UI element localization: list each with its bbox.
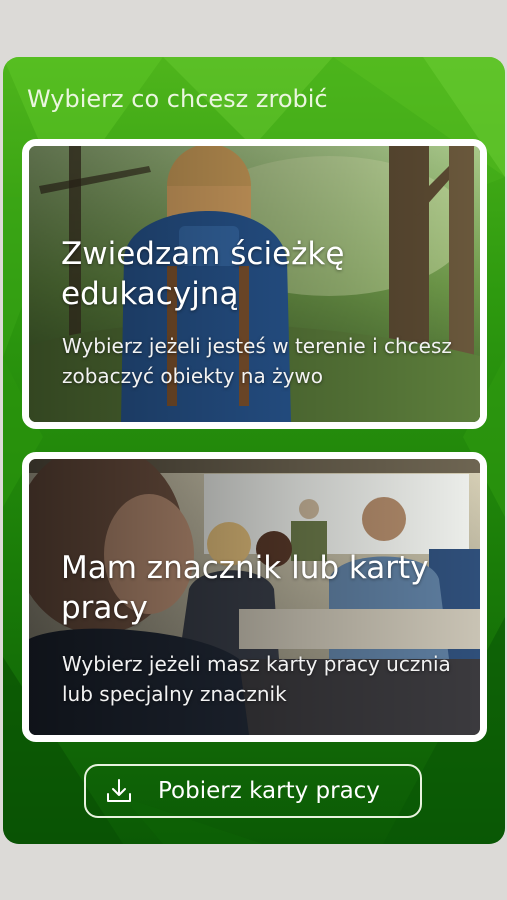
screen-heading: Wybierz co chcesz zrobić: [27, 85, 328, 113]
download-worksheets-button[interactable]: Pobierz karty pracy: [84, 764, 422, 818]
option-card-worksheets[interactable]: Mam znacznik lub karty pracy Wybierz jeż…: [22, 452, 487, 742]
option-description: Wybierz jeżeli jesteś w terenie i chcesz…: [62, 334, 452, 388]
download-button-label: Pobierz karty pracy: [158, 778, 380, 804]
option-description: Wybierz jeżeli masz karty pracy ucznia l…: [62, 652, 451, 706]
option-title: Zwiedzam ścieżkę edukacyjną: [61, 236, 345, 312]
option-card-trail[interactable]: Zwiedzam ścieżkę edukacyjną Wybierz jeże…: [22, 139, 487, 429]
main-panel: Wybierz co chcesz zrobić Zwiedzam ścieżk…: [3, 57, 505, 844]
option-title: Mam znacznik lub karty pracy: [61, 550, 429, 626]
download-icon: [107, 779, 131, 802]
